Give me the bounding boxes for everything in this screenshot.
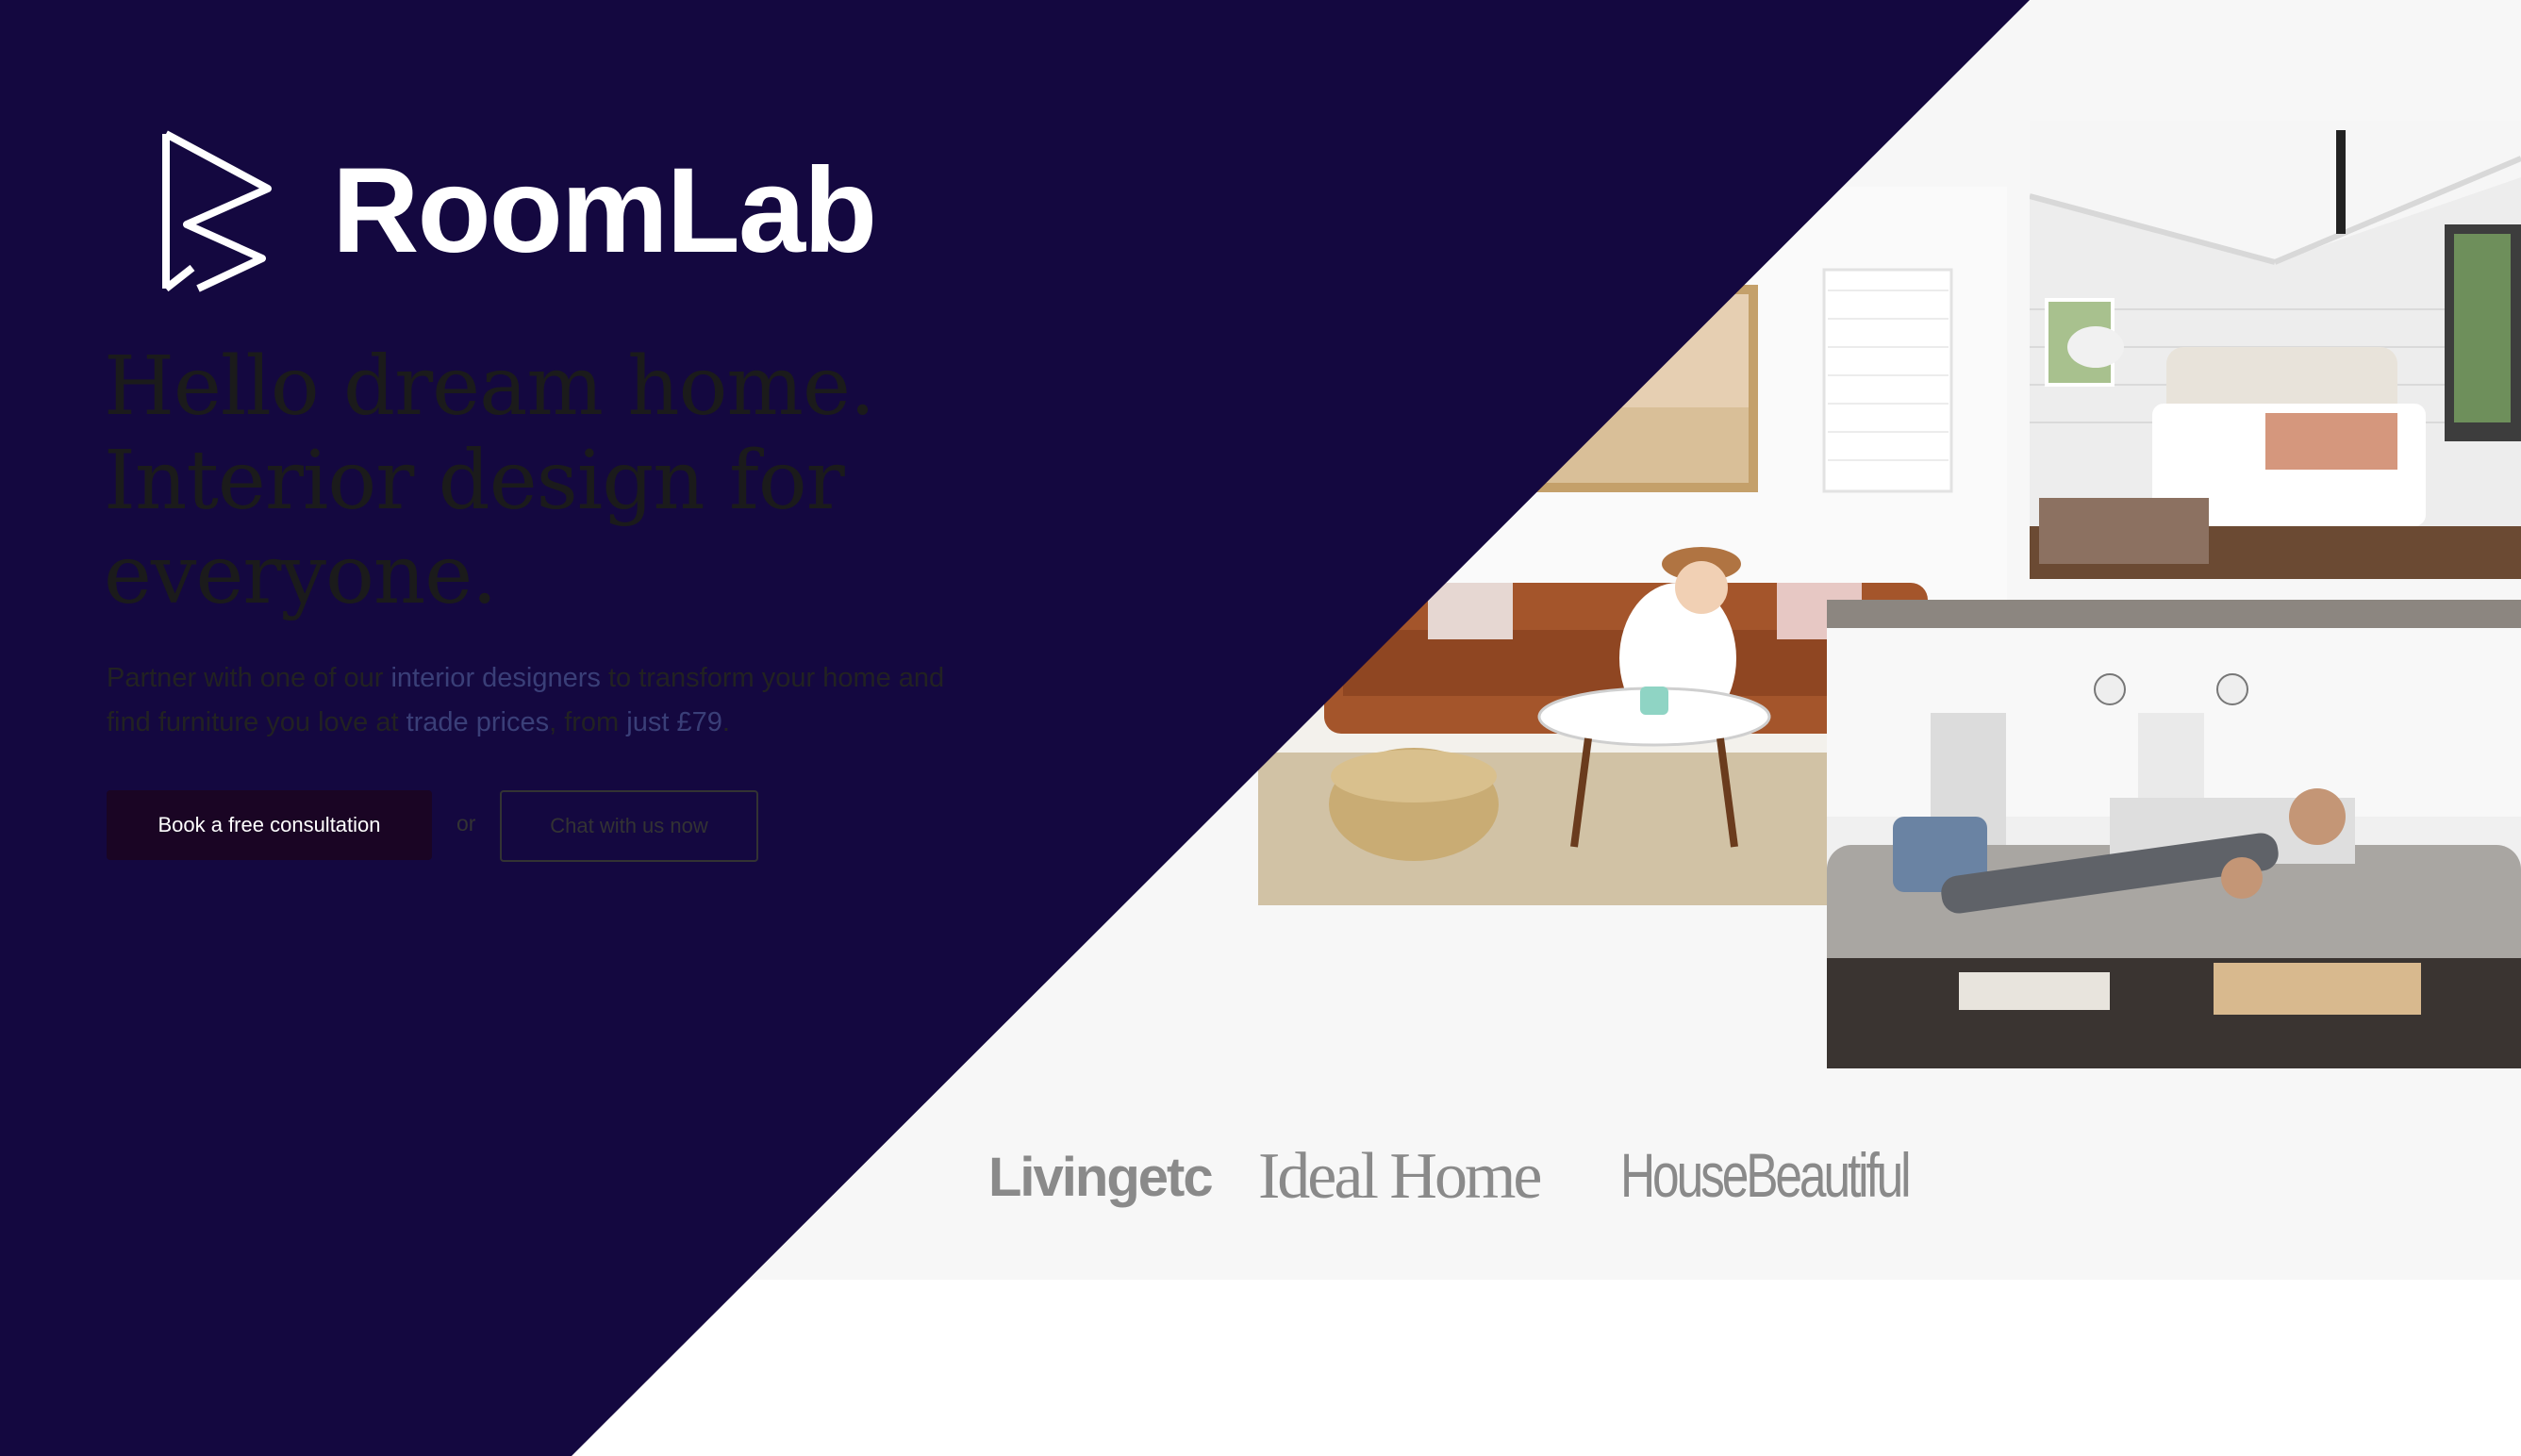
contact-tail: our design team xyxy=(1806,65,1942,86)
email-link[interactable]: email xyxy=(1756,65,1801,86)
contact-or: or xyxy=(1733,65,1751,86)
nav-real-projects[interactable]: Real Projects xyxy=(806,41,941,67)
chat-now-button[interactable]: Chat with us now xyxy=(500,790,758,862)
phone-number[interactable]: 020 3608 9938 xyxy=(1650,19,1942,59)
main-nav: How it Works Pricing Designers Real Proj… xyxy=(406,41,1117,67)
hero-blurb: Partner with one of our interior designe… xyxy=(107,656,955,745)
livingetc-logo: Livingetc xyxy=(988,1147,1214,1208)
phone-icon xyxy=(1668,28,1690,50)
roomlab-mark-icon xyxy=(99,32,136,85)
blurb-part-4: . xyxy=(721,707,730,737)
book-consultation-button[interactable]: Book a free consultation xyxy=(107,790,432,860)
house-beautiful-logo: HouseBeautiful xyxy=(1620,1140,1912,1210)
contact-line: Call, chat or email our design team xyxy=(1650,65,1942,87)
nav-pricing[interactable]: Pricing xyxy=(572,41,640,67)
roomlab-large-mark-icon xyxy=(162,130,272,292)
headline-line-3: everyone. xyxy=(104,528,497,622)
headline-line-1: Hello dream home. xyxy=(104,339,875,434)
chat-link[interactable]: chat xyxy=(1693,65,1729,86)
call-link[interactable]: Call xyxy=(1650,65,1683,86)
nav-brand: RoomLab xyxy=(149,35,330,81)
hero-headline: Hello dream home. Interior design for ev… xyxy=(104,339,990,622)
blurb-part-3: , from xyxy=(549,707,627,737)
cta-or: or xyxy=(456,811,476,836)
page: RoomLab How it Works Pricing Designers R… xyxy=(0,0,2521,1456)
ideal-home-logo: Ideal Home xyxy=(1258,1140,1542,1213)
bedroom-photo xyxy=(2030,121,2521,579)
phone-number-text: 020 3608 9938 xyxy=(1702,19,1942,58)
trade-prices-link[interactable]: trade prices xyxy=(406,707,550,737)
nav-designers[interactable]: Designers xyxy=(672,41,774,67)
blurb-part-1: Partner with one of our xyxy=(107,663,391,693)
headline-line-2: Interior design for xyxy=(104,434,845,528)
contact-block: 020 3608 9938 Call, chat or email our de… xyxy=(1650,19,1942,87)
nav-logo[interactable]: RoomLab xyxy=(98,30,330,87)
kitchen-photo xyxy=(1827,600,2521,1068)
nav-how-it-works[interactable]: How it Works xyxy=(406,41,539,67)
interior-designers-link[interactable]: interior designers xyxy=(390,663,600,693)
the-times-logo: THE TIMES xyxy=(441,1139,820,1208)
hero-logo-text: RoomLab xyxy=(332,143,877,278)
hero-logo: RoomLab xyxy=(157,126,877,296)
pricing-link[interactable]: just £79 xyxy=(626,707,722,737)
nav-start-project[interactable]: Start a Project xyxy=(973,41,1117,67)
contact-comma: , xyxy=(1683,65,1688,86)
